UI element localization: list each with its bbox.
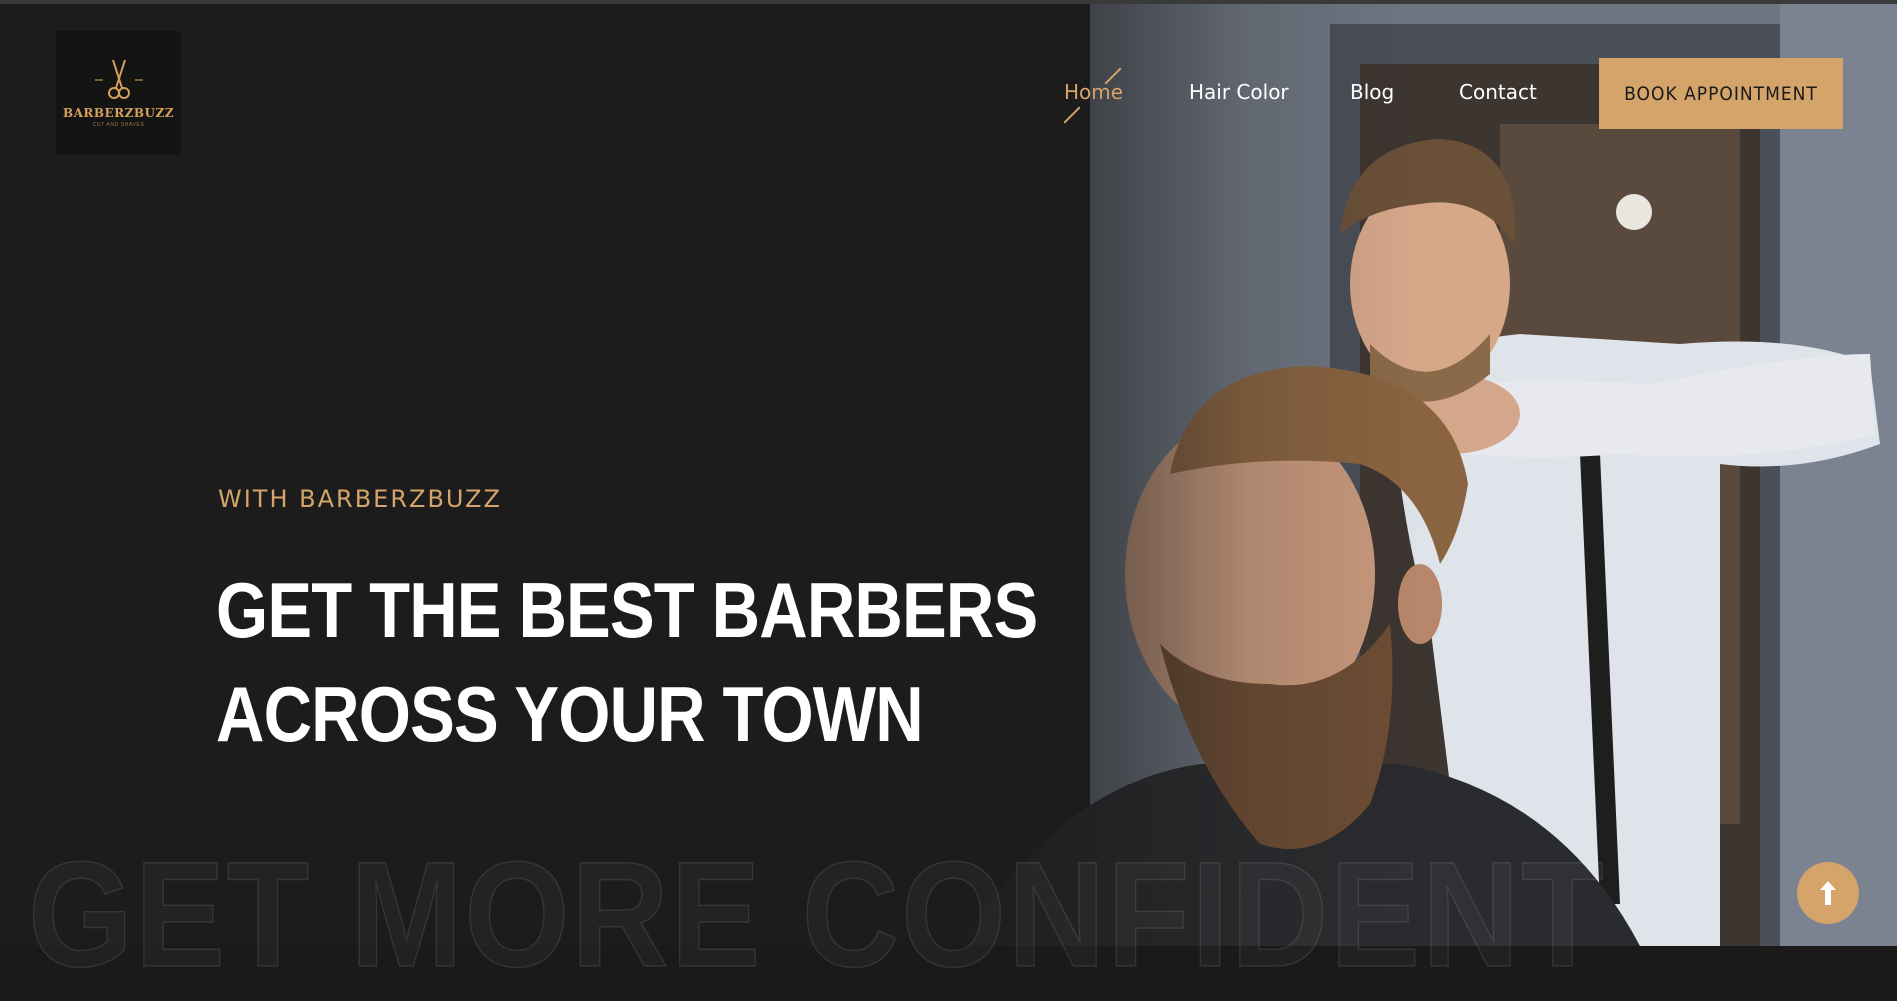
scroll-to-top-button[interactable] bbox=[1797, 862, 1859, 924]
nav-home[interactable]: Home bbox=[1064, 80, 1123, 104]
hero-headline-line-1: GET THE BEST BARBERS bbox=[216, 566, 1038, 654]
hero-headline: GET THE BEST BARBERS ACROSS YOUR TOWN bbox=[216, 558, 1038, 766]
hero-kicker: WITH BARBERZBUZZ bbox=[218, 485, 502, 513]
logo-tagline: CUT AND SHAVES bbox=[92, 122, 145, 128]
nav-blog[interactable]: Blog bbox=[1350, 80, 1394, 104]
book-appointment-button[interactable]: BOOK APPOINTMENT bbox=[1599, 58, 1843, 129]
logo-name: BARBERZBUZZ bbox=[62, 106, 175, 120]
hero-dark-overlay bbox=[0, 4, 1897, 946]
arrow-up-icon bbox=[1820, 881, 1836, 905]
scissors-icon bbox=[94, 59, 143, 99]
hero-outline-text: GET MORE CONFIDENT bbox=[27, 829, 1606, 999]
hero-section bbox=[0, 4, 1897, 946]
site-logo[interactable]: BARBERZBUZZ CUT AND SHAVES bbox=[56, 31, 181, 155]
hero-headline-line-2: ACROSS YOUR TOWN bbox=[216, 670, 924, 758]
nav-contact[interactable]: Contact bbox=[1459, 80, 1537, 104]
nav-hair-color[interactable]: Hair Color bbox=[1189, 80, 1289, 104]
